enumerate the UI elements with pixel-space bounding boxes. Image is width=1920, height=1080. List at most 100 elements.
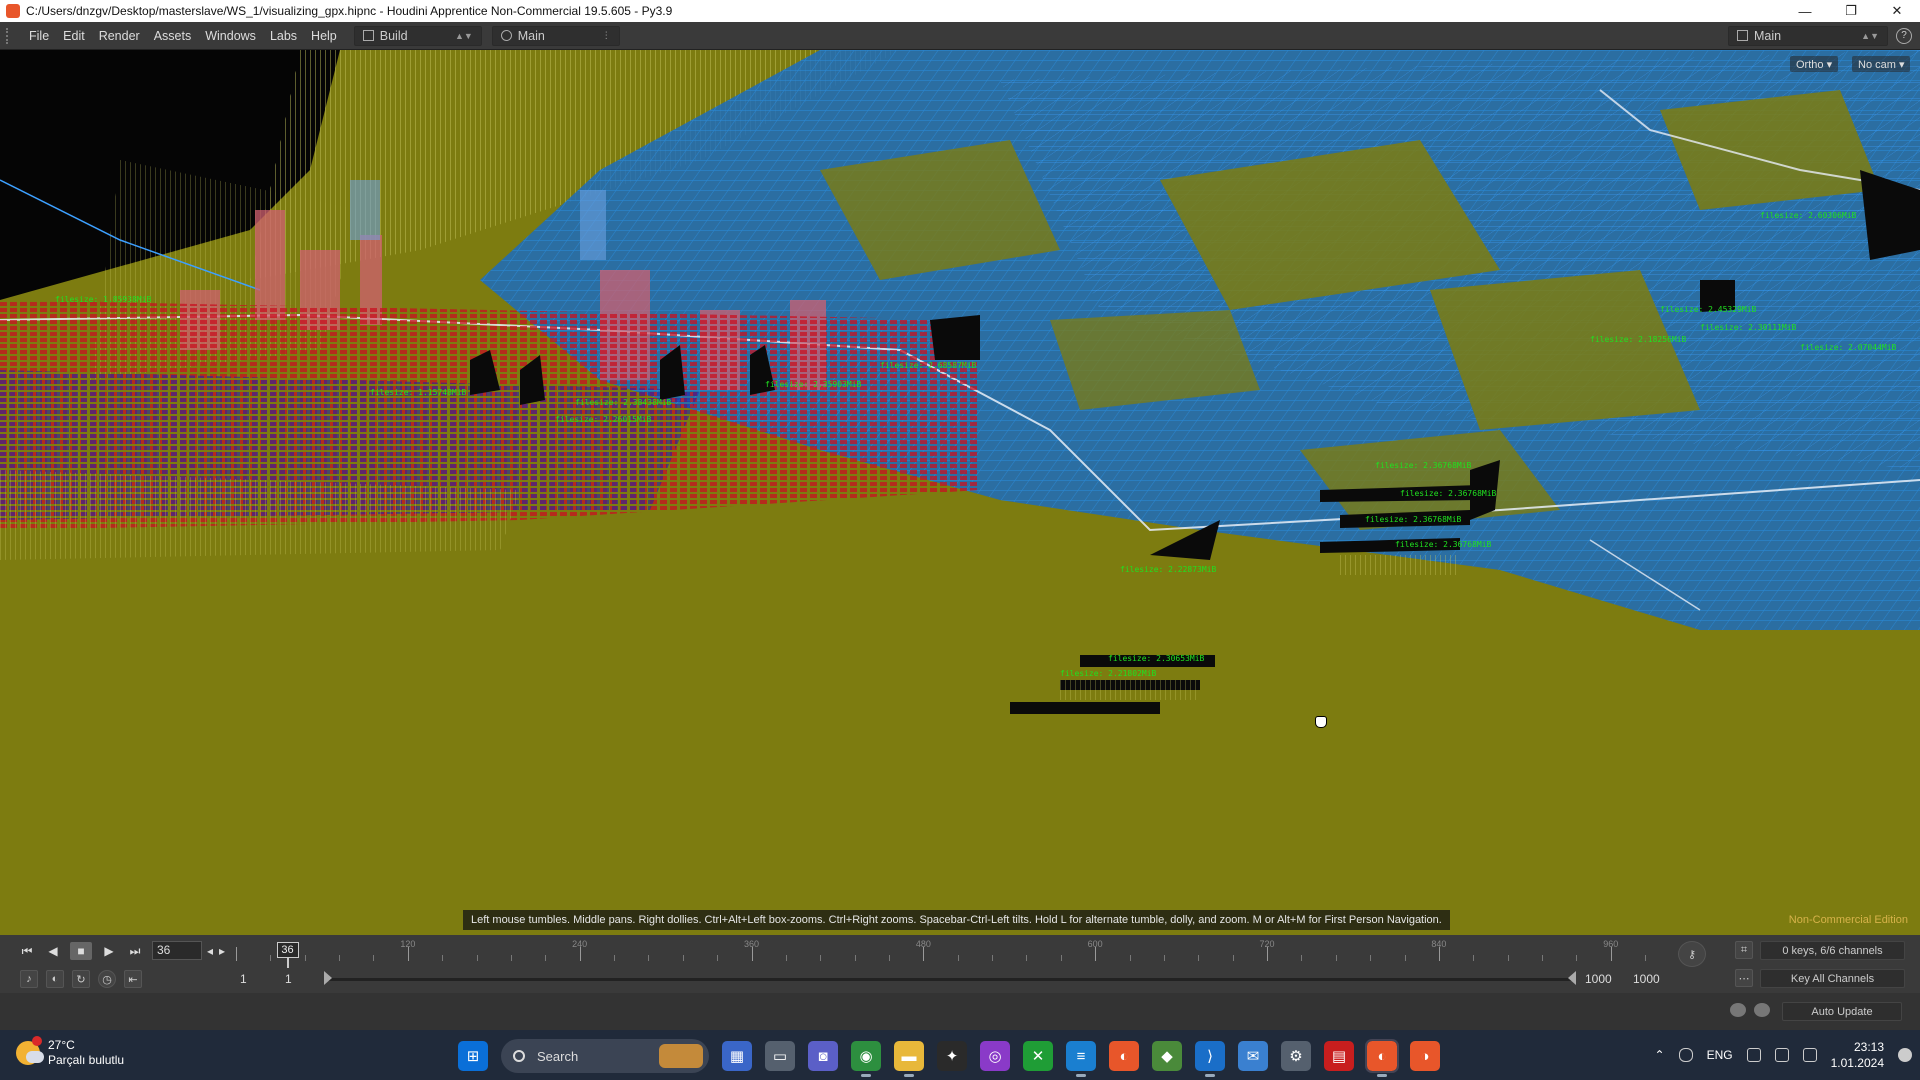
windows-start-icon[interactable]: ⊞: [458, 1041, 488, 1071]
git-icon[interactable]: ◆: [1152, 1041, 1182, 1071]
houdini-launcher-icon[interactable]: ◐: [1109, 1041, 1139, 1071]
settings-icon[interactable]: ⚙: [1281, 1041, 1311, 1071]
volume-icon[interactable]: [1774, 1048, 1789, 1062]
ruler-tick: [1335, 955, 1337, 961]
weather-widget[interactable]: 27°C Parçalı bulutlu: [16, 1036, 125, 1068]
current-frame-field[interactable]: 36: [152, 941, 202, 960]
key-all-channels-button[interactable]: Key All Channels: [1760, 969, 1905, 988]
ortho-menu[interactable]: Ortho ▾: [1790, 56, 1839, 72]
language-indicator[interactable]: ENG: [1707, 1048, 1733, 1062]
microphone-icon[interactable]: [1678, 1048, 1693, 1062]
right-network-select[interactable]: Main ▲▼: [1728, 25, 1888, 46]
system-tray: ⌃ ENG 23:13 1.01.2024: [1655, 1030, 1912, 1080]
taskbar-apps: ⊞ Search ▦ ▭ ◙ ◉ ▬ ✦ ◎ ✕ ≡ ◐ ◆ ⟩ ✉ ⚙ ▤ ◐…: [458, 1039, 1440, 1077]
step-back-icon[interactable]: ◂: [204, 942, 216, 960]
cloud-icon[interactable]: [1730, 1003, 1746, 1017]
play-forward-icon[interactable]: ▶: [98, 942, 120, 960]
houdini-fx-icon[interactable]: ◑: [1410, 1041, 1440, 1071]
play-reverse-icon[interactable]: ◀: [42, 942, 64, 960]
weather-condition: Parçalı bulutlu: [48, 1053, 125, 1067]
ruler-tick: [1095, 947, 1097, 961]
menu-help[interactable]: Help: [304, 29, 344, 43]
maximize-button[interactable]: ❐: [1828, 0, 1874, 22]
desktop-icon: [362, 30, 374, 41]
xbox-icon[interactable]: ✕: [1023, 1041, 1053, 1071]
end-frame-field[interactable]: 1000: [1585, 972, 1612, 986]
end-frame-field-2[interactable]: 1000: [1633, 972, 1660, 986]
range-icon[interactable]: ⇤: [124, 970, 142, 988]
houdini-taskbar-icon[interactable]: ◐: [1365, 1039, 1399, 1077]
start-frame-field-2[interactable]: 1: [285, 972, 292, 986]
key-icon[interactable]: ⚷: [1678, 941, 1706, 967]
task-view-icon[interactable]: ▭: [765, 1041, 795, 1071]
key-all-icon[interactable]: ⋯: [1735, 969, 1753, 987]
notepad-icon[interactable]: ≡: [1066, 1041, 1096, 1077]
chevron-up-icon[interactable]: ⌃: [1655, 1048, 1665, 1062]
svg-text:filesize: 2.18256MiB: filesize: 2.18256MiB: [1590, 335, 1687, 344]
right-network-label: Main: [1754, 28, 1782, 43]
jump-start-icon[interactable]: ⏮: [16, 942, 38, 960]
dopesheet-icon[interactable]: ⌗: [1735, 941, 1753, 959]
ruler-tick: [270, 955, 272, 961]
ruler-tick: [854, 955, 856, 961]
title-bar: C:/Users/dnzgv/Desktop/masterslave/WS_1/…: [0, 0, 1920, 22]
mail-icon[interactable]: ✉: [1238, 1041, 1268, 1071]
teams-icon[interactable]: ◙: [808, 1041, 838, 1071]
menu-labs[interactable]: Labs: [263, 29, 304, 43]
menu-render[interactable]: Render: [92, 29, 147, 43]
menu-edit[interactable]: Edit: [56, 29, 92, 43]
network-select[interactable]: Main ⋮: [491, 25, 620, 46]
loop-icon[interactable]: ↻: [72, 970, 90, 988]
start-frame-field[interactable]: 1: [240, 972, 247, 986]
timeline-ruler[interactable]: 120 240 360 480 600 720 840 960 36: [236, 939, 1668, 968]
realtime-icon[interactable]: ◷: [98, 970, 116, 988]
pane-icon: [1737, 30, 1748, 41]
notification-bell-icon[interactable]: [1898, 1048, 1912, 1062]
pdf-reader-icon[interactable]: ▤: [1324, 1041, 1354, 1071]
menu-windows[interactable]: Windows: [198, 29, 263, 43]
keys-channels-field[interactable]: 0 keys, 6/6 channels: [1760, 941, 1905, 960]
svg-text:filesize: 2.60306MiB: filesize: 2.60306MiB: [1760, 211, 1857, 220]
ruler-label: 120: [400, 939, 416, 949]
widgets-icon[interactable]: ▦: [722, 1041, 752, 1071]
close-button[interactable]: ✕: [1874, 0, 1920, 22]
audio-icon[interactable]: ♪: [20, 970, 38, 988]
ruler-tick: [717, 955, 719, 961]
sync-icon[interactable]: [1754, 1003, 1770, 1017]
auto-update-menu[interactable]: Auto Update: [1782, 1002, 1902, 1021]
svg-text:filesize: 2.30653MiB: filesize: 2.30653MiB: [1108, 654, 1205, 663]
ruler-tick: [1370, 955, 1372, 961]
chrome-icon[interactable]: ◉: [851, 1041, 881, 1077]
range-start-handle[interactable]: [324, 971, 332, 985]
clock[interactable]: 23:13 1.01.2024: [1831, 1039, 1884, 1071]
camera-menu[interactable]: No cam ▾: [1852, 56, 1911, 72]
desktop-select[interactable]: Build ▲▼: [353, 25, 482, 46]
step-forward-icon[interactable]: ▸: [216, 942, 228, 960]
houdini-app-icon: [6, 4, 20, 18]
minimize-button[interactable]: —: [1782, 0, 1828, 22]
ruler-tick: [1232, 955, 1234, 961]
ruler-tick: [957, 955, 959, 961]
svg-text:filesize: 1.85938MiB: filesize: 1.85938MiB: [55, 295, 152, 304]
network-icon[interactable]: [1746, 1048, 1761, 1062]
help-icon[interactable]: ?: [1896, 27, 1912, 44]
playhead-marker[interactable]: 36: [276, 942, 299, 958]
speaker-icon[interactable]: ◐: [46, 970, 64, 988]
menu-file[interactable]: File: [22, 29, 56, 43]
rhino-icon[interactable]: ✦: [937, 1041, 967, 1071]
file-explorer-icon[interactable]: ▬: [894, 1041, 924, 1077]
taskbar-search[interactable]: Search: [501, 1039, 709, 1073]
jump-end-icon[interactable]: ⏭: [124, 942, 146, 960]
menu-assets[interactable]: Assets: [147, 29, 199, 43]
range-end-handle[interactable]: [1568, 971, 1576, 985]
instagram-icon[interactable]: ◎: [980, 1041, 1010, 1071]
noncommercial-watermark: Non-Commercial Edition: [1788, 914, 1908, 926]
range-slider[interactable]: [326, 978, 1576, 981]
desktop-select-label: Build: [379, 28, 408, 43]
battery-icon[interactable]: [1802, 1048, 1817, 1062]
stop-icon[interactable]: ■: [70, 942, 92, 960]
time: 23:13: [1853, 1040, 1884, 1054]
svg-text:filesize: 2.36768MiB: filesize: 2.36768MiB: [1400, 489, 1497, 498]
scene-viewport[interactable]: filesize: 2.22873MiB filesize: 2.30653Mi…: [0, 50, 1920, 935]
vscode-icon[interactable]: ⟩: [1195, 1041, 1225, 1077]
